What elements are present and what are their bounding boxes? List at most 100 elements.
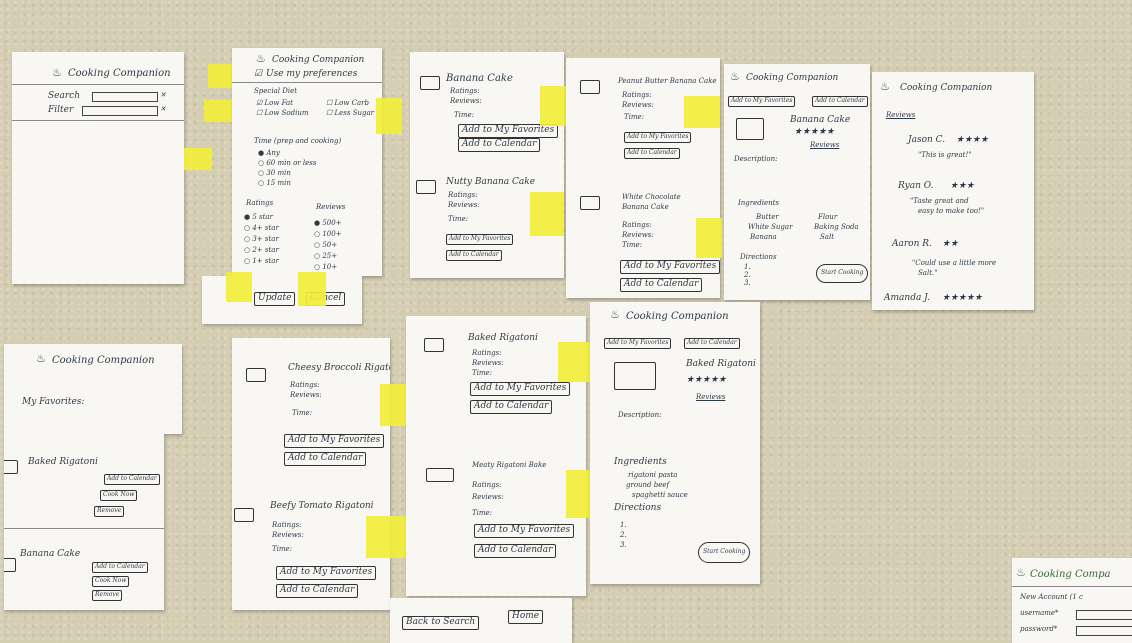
tape <box>184 148 212 170</box>
ratings-label: Ratings: <box>622 91 652 99</box>
review-option[interactable]: ○ 100+ <box>314 231 342 238</box>
favorite-title[interactable]: Baked Rigatoni <box>28 458 98 467</box>
use-preferences-checkbox[interactable]: ☑ <box>254 70 262 79</box>
add-calendar-button[interactable]: Add to Calendar <box>684 338 740 349</box>
add-favorites-button[interactable]: Add to My Favorites <box>458 124 559 138</box>
cook-now-button[interactable]: Cook Now <box>92 576 130 587</box>
chef-hat-icon: ♨ <box>52 66 62 79</box>
review-text: "Taste great and <box>910 197 969 205</box>
add-calendar-button[interactable]: Add to Calendar <box>446 250 502 261</box>
add-calendar-button[interactable]: Add to Calendar <box>284 452 367 466</box>
add-favorites-button[interactable]: Add to My Favorites <box>284 434 385 448</box>
ratings-label: Ratings: <box>272 521 302 529</box>
recipe-title[interactable]: Banana Cake <box>446 74 513 84</box>
review-option[interactable]: ○ 10+ <box>314 264 337 271</box>
rating-option[interactable]: ● 5 star <box>244 214 273 221</box>
add-calendar-button[interactable]: Add to Calendar <box>458 138 541 152</box>
time-option-any[interactable]: ● Any <box>258 150 280 157</box>
recipe-title: Banana Cake <box>790 115 851 125</box>
add-calendar-button[interactable]: Add to Calendar <box>812 96 868 107</box>
recipe-detail-card-1: ♨ Cooking Companion Add to My Favorites … <box>724 64 870 300</box>
time-option-30[interactable]: ○ 30 min <box>258 170 291 177</box>
back-to-search-button[interactable]: Back to Search <box>402 616 480 630</box>
results-card-2: Peanut Butter Banana Cake Ratings: Revie… <box>566 58 720 298</box>
home-button[interactable]: Home <box>508 610 544 624</box>
add-calendar-button[interactable]: Add to Calendar <box>104 474 160 485</box>
less-sugar-checkbox[interactable]: ☐ Less Sugar <box>326 110 374 117</box>
review-option[interactable]: ○ 25+ <box>314 253 337 260</box>
app-title: Cooking Companion <box>900 83 993 93</box>
add-favorites-button[interactable]: Add to My Favorites <box>470 382 571 396</box>
search-input[interactable] <box>92 92 158 102</box>
add-calendar-button[interactable]: Add to Calendar <box>620 278 703 292</box>
filter-input[interactable] <box>82 106 158 116</box>
add-calendar-button[interactable]: Add to Calendar <box>276 584 359 598</box>
direction-step: 2. <box>744 271 751 279</box>
add-favorites-button[interactable]: Add to My Favorites <box>604 338 672 349</box>
ingredient: rigatoni pasta <box>628 471 678 479</box>
time-label: Time: <box>454 111 475 119</box>
rating-option[interactable]: ○ 4+ star <box>244 225 279 232</box>
rating-option[interactable]: ○ 1+ star <box>244 258 279 265</box>
recipe-title[interactable]: White Chocolate <box>622 194 681 201</box>
reviews-label: Reviews: <box>272 531 304 539</box>
rating-option[interactable]: ○ 3+ star <box>244 236 279 243</box>
ratings-label: Ratings: <box>472 481 502 489</box>
tape <box>684 96 720 128</box>
add-favorites-button[interactable]: Add to My Favorites <box>446 234 514 245</box>
tape <box>366 516 406 558</box>
chef-hat-icon: ♨ <box>1016 566 1026 579</box>
start-cooking-button[interactable]: Start Cooking <box>698 542 751 563</box>
username-field[interactable] <box>1076 610 1132 620</box>
filter-screen-card: ♨ Cooking Companion ☑ Use my preferences… <box>232 48 382 276</box>
ratings-heading: Ratings <box>246 199 274 207</box>
results-card-3: Cheesy Broccoli Rigatoni Ratings: Review… <box>232 338 390 610</box>
add-calendar-button[interactable]: Add to Calendar <box>92 562 148 573</box>
tape <box>696 218 722 258</box>
favorite-title[interactable]: Banana Cake <box>20 550 80 559</box>
cook-now-button[interactable]: Cook Now <box>100 490 138 501</box>
recipe-title[interactable]: Cheesy Broccoli Rigatoni <box>288 364 390 373</box>
app-title: Cooking Companion <box>746 73 839 83</box>
time-option-15[interactable]: ○ 15 min <box>258 180 291 187</box>
remove-button[interactable]: Remove <box>94 506 125 517</box>
update-button[interactable]: Update <box>254 292 296 306</box>
clear-filter-icon[interactable]: ✕ <box>160 106 166 113</box>
low-sodium-checkbox[interactable]: ☐ Low Sodium <box>256 110 308 117</box>
recipe-thumbnail <box>580 196 600 210</box>
add-favorites-button[interactable]: Add to My Favorites <box>474 524 575 538</box>
remove-button[interactable]: Remove <box>92 590 123 601</box>
review-option[interactable]: ○ 50+ <box>314 242 337 249</box>
time-label: Time: <box>292 409 313 417</box>
rating-option[interactable]: ○ 2+ star <box>244 247 279 254</box>
recipe-title-line2: Banana Cake <box>622 203 669 211</box>
add-favorites-button[interactable]: Add to My Favorites <box>624 132 692 143</box>
recipe-title[interactable]: Peanut Butter Banana Cake <box>618 78 717 85</box>
add-favorites-button[interactable]: Add to My Favorites <box>276 566 377 580</box>
ratings-label: Ratings: <box>450 87 480 95</box>
start-cooking-button[interactable]: Start Cooking <box>816 264 869 283</box>
reviews-link[interactable]: Reviews <box>810 142 839 149</box>
direction-step: 2. <box>620 531 627 539</box>
add-calendar-button[interactable]: Add to Calendar <box>474 544 557 558</box>
password-field[interactable] <box>1076 626 1132 636</box>
add-calendar-button[interactable]: Add to Calendar <box>470 400 553 414</box>
reviews-link[interactable]: Reviews <box>696 394 725 401</box>
direction-step: 3. <box>620 541 627 549</box>
recipe-title[interactable]: Nutty Banana Cake <box>446 178 535 187</box>
directions-heading: Directions <box>614 503 662 513</box>
clear-icon[interactable]: ✕ <box>160 92 166 99</box>
add-favorites-button[interactable]: Add to My Favorites <box>728 96 796 107</box>
recipe-title[interactable]: Beefy Tomato Rigatoni <box>270 502 374 511</box>
low-fat-checkbox[interactable]: ☑ Low Fat <box>256 100 293 107</box>
review-option[interactable]: ● 500+ <box>314 220 342 227</box>
recipe-title[interactable]: Baked Rigatoni <box>468 334 538 343</box>
chef-hat-icon: ♨ <box>610 308 620 321</box>
time-option-60[interactable]: ○ 60 min or less <box>258 160 316 167</box>
recipe-title[interactable]: Meaty Rigatoni Bake <box>472 462 546 469</box>
reviewer-name: Aaron R. <box>892 239 932 249</box>
add-favorites-button[interactable]: Add to My Favorites <box>620 260 720 274</box>
time-label: Time: <box>624 113 645 121</box>
add-calendar-button[interactable]: Add to Calendar <box>624 148 680 159</box>
low-carb-checkbox[interactable]: ☐ Low Carb <box>326 100 369 107</box>
